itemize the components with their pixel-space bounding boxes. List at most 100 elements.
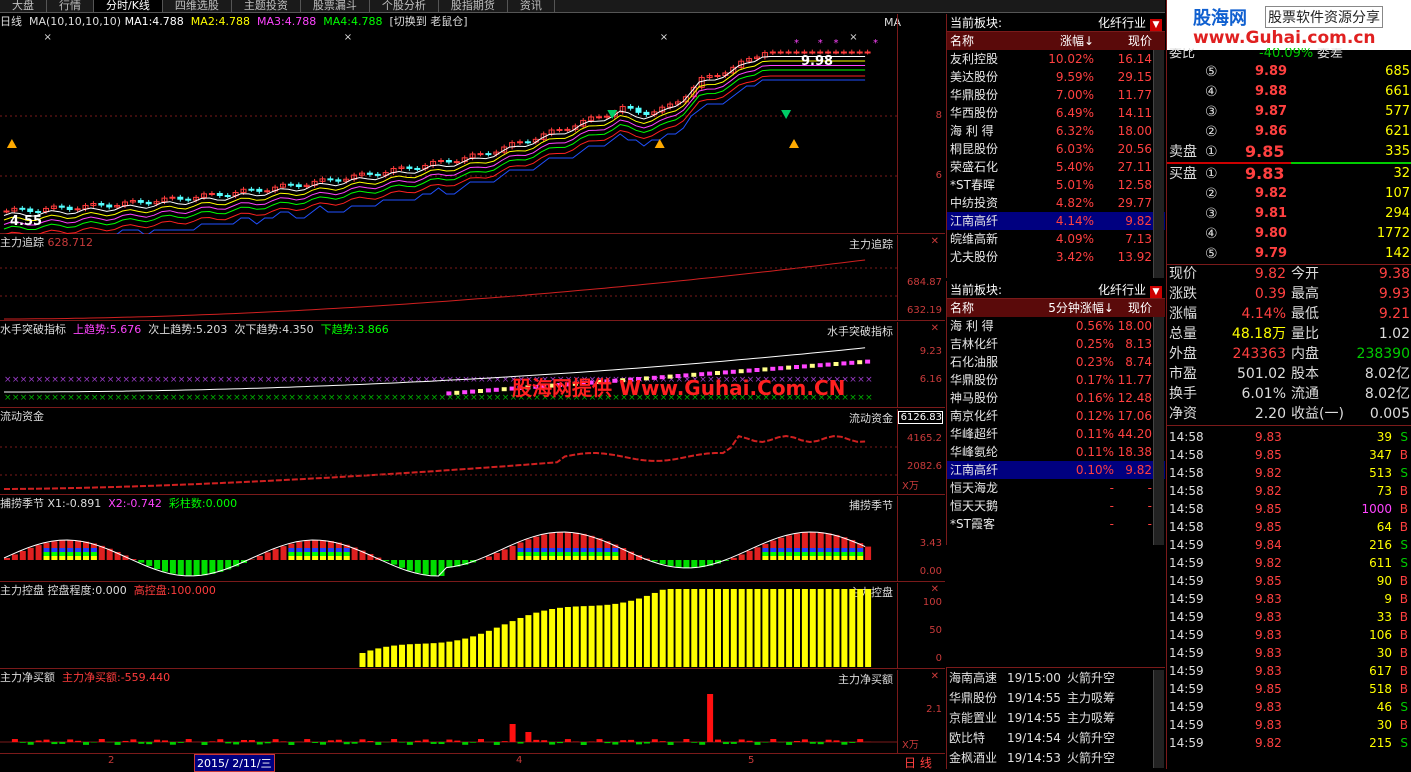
- kline-canvas[interactable]: ××××****: [0, 14, 897, 234]
- list-item[interactable]: 美达股份9.59%29.15: [947, 68, 1165, 86]
- trend-mark: ×: [360, 375, 368, 385]
- order-level: ②9.86621: [1167, 122, 1411, 142]
- time-axis[interactable]: 2 2015/ 2/11/三 4 5 日 线: [0, 753, 945, 769]
- alert-item[interactable]: 京能置业19/14:55主力吸筹: [947, 708, 1165, 728]
- main-force-tracking-panel[interactable]: 主力追踪 628.712 主力追踪 ✕ 684.87 632.19: [0, 235, 945, 321]
- tick-row: 14:589.82513S: [1167, 464, 1411, 482]
- signal-star: *: [873, 38, 878, 49]
- list-item[interactable]: 恒天海龙--: [947, 479, 1165, 497]
- list-item[interactable]: 石化油服0.23%8.74: [947, 353, 1165, 371]
- sector-board-gain[interactable]: 当前板块:化纤行业▼ 名称涨幅↓现价 友利控股10.02%16.14美达股份9.…: [946, 14, 1165, 278]
- control-bar: [360, 653, 366, 667]
- scrollbar[interactable]: [1153, 50, 1164, 278]
- histogram-bar: [194, 560, 200, 576]
- sector-board-5min[interactable]: 当前板块:化纤行业▼ 名称5分钟涨幅↓现价 海 利 得0.56%18.00吉林化…: [946, 281, 1165, 545]
- close-icon[interactable]: ✕: [931, 236, 939, 247]
- list-item[interactable]: 华鼎股份7.00%11.77: [947, 86, 1165, 104]
- control-bar: [857, 589, 863, 667]
- alert-list[interactable]: 海南高速19/15:00火箭升空华鼎股份19/14:55主力吸筹京能置业19/1…: [946, 667, 1165, 769]
- tab-2[interactable]: 分时/K线: [94, 0, 163, 12]
- tab-7[interactable]: 股指期货: [439, 0, 508, 12]
- period-button[interactable]: 日 线: [904, 754, 932, 771]
- tab-8[interactable]: 资讯: [508, 0, 555, 12]
- main-control-panel[interactable]: 主力控盘 控盘程度:0.000 高控盘:100.000 主力控盘 ✕ 100 5…: [0, 583, 945, 669]
- net-buy-bar: [186, 739, 192, 742]
- tab-3[interactable]: 四维选股: [163, 0, 232, 12]
- tab-4[interactable]: 主题投资: [232, 0, 301, 12]
- list-item[interactable]: 华峰超纤0.11%44.20: [947, 425, 1165, 443]
- net-buy-bar: [818, 742, 824, 744]
- tab-0[interactable]: 大盘: [0, 0, 47, 12]
- list-item[interactable]: 南京化纤0.12%17.06: [947, 407, 1165, 425]
- dropdown-icon[interactable]: ▼: [1150, 19, 1162, 31]
- col-price[interactable]: 现价: [1114, 299, 1152, 317]
- alert-item[interactable]: 金枫酒业19/14:53火箭升空: [947, 748, 1165, 768]
- scrollbar[interactable]: [1153, 670, 1164, 768]
- list-item[interactable]: 海 利 得6.32%18.00: [947, 122, 1165, 140]
- list-item[interactable]: 华鼎股份0.17%11.77: [947, 371, 1165, 389]
- histogram-band: [91, 552, 97, 556]
- tick-volume: 347: [1369, 446, 1392, 464]
- dropdown-icon[interactable]: ▼: [1150, 286, 1162, 298]
- col-gain[interactable]: 涨幅↓: [1042, 32, 1094, 50]
- histogram-band: [826, 552, 832, 556]
- alert-item[interactable]: 华鼎股份19/14:55主力吸筹: [947, 688, 1165, 708]
- histogram-band: [549, 552, 555, 556]
- list-item[interactable]: 中纺投资4.82%29.77: [947, 194, 1165, 212]
- close-icon[interactable]: ✕: [931, 584, 939, 595]
- close-icon[interactable]: ✕: [931, 323, 939, 334]
- axis-cursor-date: 2015/ 2/11/三: [194, 754, 275, 772]
- fishing-season-panel[interactable]: 捕捞季节 X1:-0.891 X2:-0.742 彩柱数:0.000 捕捞季节 …: [0, 496, 945, 582]
- list-item[interactable]: 荣盛石化5.40%27.11: [947, 158, 1165, 176]
- list-item[interactable]: 江南高纤4.14%9.82: [947, 212, 1165, 230]
- control-bar: [818, 589, 824, 667]
- liquid-funds-panel[interactable]: 流动资金 流动资金 6126.83 4165.2 2082.6 X万: [0, 409, 945, 495]
- order-level: ③9.81294: [1167, 204, 1411, 224]
- list-item[interactable]: 桐昆股份6.03%20.56: [947, 140, 1165, 158]
- list-item[interactable]: 华峰氨纶0.11%18.38: [947, 443, 1165, 461]
- kline-panel[interactable]: 日线 MA(10,10,10,10) MA1:4.788 MA2:4.788 M…: [0, 14, 945, 234]
- alert-item[interactable]: 欧比特19/14:54火箭升空: [947, 728, 1165, 748]
- stock-change: -: [1042, 497, 1114, 515]
- trend-mark: ×: [296, 393, 304, 403]
- col-name[interactable]: 名称: [947, 32, 1042, 50]
- net-buy-bar: [525, 732, 531, 742]
- list-item[interactable]: 吉林化纤0.25%8.13: [947, 335, 1165, 353]
- net-buy-panel[interactable]: 主力净买额 主力净买额:-559.440 主力净买额 ✕ 2.1 X万: [0, 670, 945, 754]
- stat-value: 9.38: [1379, 264, 1410, 284]
- level-price: 9.79: [1255, 244, 1287, 264]
- tab-1[interactable]: 行情: [47, 0, 94, 12]
- list-item[interactable]: 神马股份0.16%12.48: [947, 389, 1165, 407]
- chart-area[interactable]: 日线 MA(10,10,10,10) MA1:4.788 MA2:4.788 M…: [0, 14, 945, 769]
- tab-6[interactable]: 个股分析: [370, 0, 439, 12]
- col-name[interactable]: 名称: [947, 299, 1042, 317]
- col-price[interactable]: 现价: [1094, 32, 1152, 50]
- net-buy-bar: [652, 739, 658, 742]
- level-volume: 107: [1385, 184, 1410, 204]
- list-item[interactable]: 恒天天鹅--: [947, 497, 1165, 515]
- list-item[interactable]: 友利控股10.02%16.14: [947, 50, 1165, 68]
- tab-5[interactable]: 股票漏斗: [301, 0, 370, 12]
- trend-mark: ×: [138, 393, 146, 403]
- tick-volume: 518: [1369, 680, 1392, 698]
- close-icon[interactable]: ✕: [931, 671, 939, 682]
- scrollbar[interactable]: [1153, 317, 1164, 545]
- stock-name: 友利控股: [947, 50, 1042, 68]
- list-item[interactable]: 皖维高新4.09%7.13: [947, 230, 1165, 248]
- candle-body: [597, 117, 602, 118]
- list-item[interactable]: 江南高纤0.10%9.82: [947, 461, 1165, 479]
- alert-item[interactable]: 海南高速19/15:00火箭升空: [947, 668, 1165, 688]
- list-item[interactable]: 尤夫股份3.42%13.92: [947, 248, 1165, 266]
- tick-side: B: [1400, 662, 1408, 680]
- list-item[interactable]: *ST春晖5.01%12.58: [947, 176, 1165, 194]
- net-buy-bar: [59, 742, 65, 744]
- tick-price: 9.83: [1255, 626, 1282, 644]
- trend-mark: ×: [99, 375, 107, 385]
- net-buy-bar: [470, 742, 476, 743]
- list-item[interactable]: 海 利 得0.56%18.00: [947, 317, 1165, 335]
- list-item[interactable]: *ST霞客--: [947, 515, 1165, 533]
- list-item[interactable]: 华西股份6.49%14.11: [947, 104, 1165, 122]
- trend-mark: ×: [36, 375, 44, 385]
- col-5min-gain[interactable]: 5分钟涨幅↓: [1042, 299, 1114, 317]
- tick-row: 14:599.839B: [1167, 590, 1411, 608]
